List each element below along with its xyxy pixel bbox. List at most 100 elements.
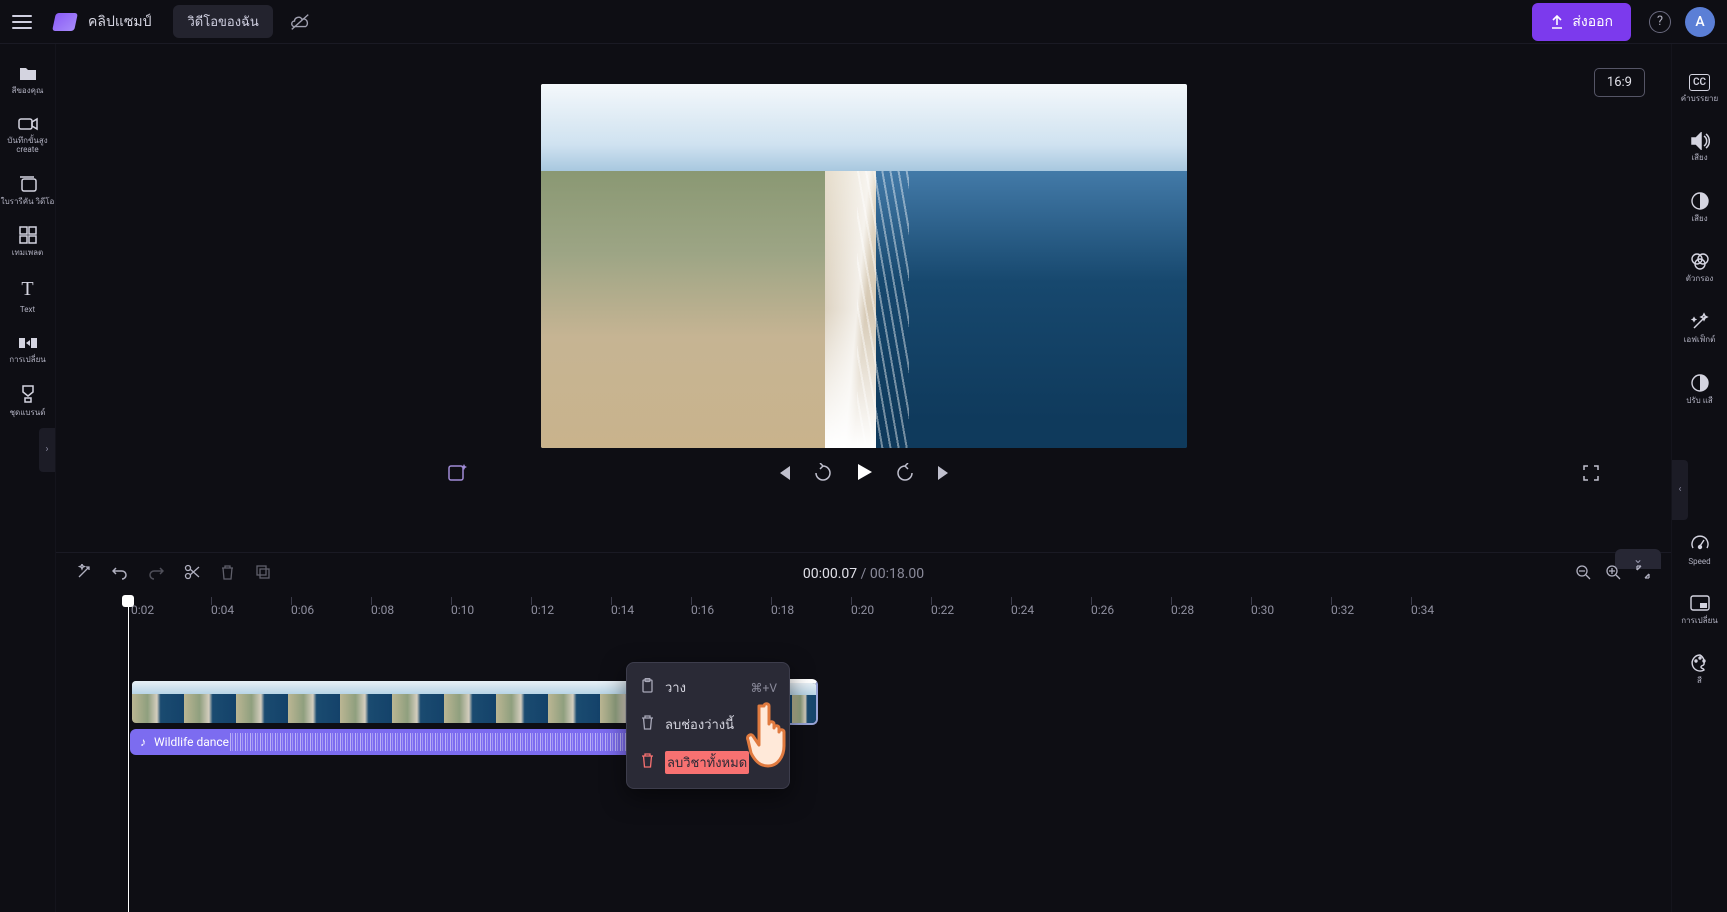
right-panel-toggle[interactable]: ‹ <box>1672 460 1688 520</box>
ctx-delete-empty-label: ลบช่องว่างนี้ <box>665 714 734 735</box>
help-icon[interactable]: ? <box>1649 11 1671 33</box>
ctx-delete-all-label: ลบวิชาทั้งหมด <box>665 751 749 774</box>
sidebar-item-your-media[interactable]: สีของคุณ <box>0 56 55 106</box>
rsb-item-captions[interactable]: CC คำบรรยาย <box>1672 56 1727 118</box>
play-button[interactable] <box>853 461 875 489</box>
camera-icon <box>18 116 38 132</box>
rsb-item-color[interactable]: สี <box>1672 639 1727 700</box>
paste-icon <box>639 678 655 697</box>
split-button[interactable] <box>184 564 200 584</box>
auto-tool-icon[interactable] <box>76 564 92 584</box>
zoom-in-button[interactable] <box>1605 564 1621 584</box>
ruler-tick: 0:18 <box>771 603 851 617</box>
magic-wand-icon <box>1690 312 1710 332</box>
text-icon: T <box>0 278 55 301</box>
undo-button[interactable] <box>112 564 128 584</box>
sidebar-item-content-library[interactable]: ใบรารีคัน วิดีโอ <box>0 165 55 217</box>
ruler-tick: 0:16 <box>691 603 771 617</box>
zoom-fit-button[interactable] <box>1635 564 1651 584</box>
audio-clip[interactable]: ♪ Wildlife dance <box>130 729 678 755</box>
ruler-tick: 0:22 <box>931 603 1011 617</box>
ruler-tick: 0:10 <box>451 603 531 617</box>
redo-button[interactable] <box>148 564 164 584</box>
current-time: 00:00.07 <box>803 566 857 582</box>
skip-forward-button[interactable] <box>935 463 955 487</box>
speedometer-icon <box>1690 534 1710 554</box>
timeline-toolbar: 00:00.07 / 00:18.00 <box>56 553 1671 595</box>
cc-icon: CC <box>1689 74 1710 91</box>
ruler-tick: 0:26 <box>1091 603 1171 617</box>
export-label: ส่งออก <box>1572 11 1613 33</box>
ruler-tick: 0:14 <box>611 603 691 617</box>
audio-clip-label: Wildlife dance <box>154 735 229 749</box>
rsb-item-transition[interactable]: การเปลี่ยน <box>1672 581 1727 640</box>
ruler-tick: 0:20 <box>851 603 931 617</box>
ctx-paste[interactable]: วาง ⌘+V <box>627 669 789 706</box>
rewind-10-button[interactable] <box>813 463 833 487</box>
music-note-icon: ♪ <box>140 735 146 749</box>
contrast-icon <box>1690 373 1710 393</box>
skip-back-button[interactable] <box>773 463 793 487</box>
folder-icon <box>18 66 38 82</box>
sidebar-item-transitions[interactable]: การเปลี่ยน <box>0 325 55 375</box>
timeline-timestamp: 00:00.07 / 00:18.00 <box>803 566 924 582</box>
video-clip-1[interactable] <box>130 679 678 725</box>
fullscreen-button[interactable] <box>1581 463 1601 487</box>
rsb-item-audio[interactable]: เสียง <box>1672 118 1727 177</box>
trash-icon <box>639 753 655 772</box>
hamburger-menu-icon[interactable] <box>12 10 36 34</box>
sidebar-item-brand-kit[interactable]: ชุดแบรนด์ <box>0 374 55 428</box>
duration-time: 00:18.00 <box>870 566 924 582</box>
transition-icon <box>18 335 38 351</box>
ruler-tick: 0:12 <box>531 603 611 617</box>
brand-kit-icon <box>19 384 37 404</box>
sidebar-item-text[interactable]: T Text <box>0 268 55 325</box>
rsb-item-adjust-colors[interactable]: ปรับ แสี <box>1672 359 1727 420</box>
ruler-tick: 0:08 <box>371 603 451 617</box>
delete-button[interactable] <box>220 564 235 584</box>
ctx-delete-empty[interactable]: ลบช่องว่างนี้ <box>627 706 789 743</box>
sidebar-item-record[interactable]: บันทึกขั้นสูง create <box>0 106 55 165</box>
ctx-delete-all[interactable]: ลบวิชาทั้งหมด <box>627 743 789 782</box>
aspect-ratio-button[interactable]: 16:9 <box>1594 68 1645 97</box>
left-panel-toggle[interactable]: › <box>39 428 55 472</box>
video-preview[interactable] <box>541 84 1187 448</box>
right-sidebar: CC คำบรรยาย เสียง เสียง ตัวกรอง เอฟเฟ็กต… <box>1671 44 1727 912</box>
timeline-tracks[interactable]: ♪ Wildlife dance <box>56 625 1671 755</box>
rsb-item-speed[interactable]: Speed <box>1672 520 1727 581</box>
upload-icon <box>1550 15 1564 29</box>
export-button[interactable]: ส่งออก <box>1532 3 1631 41</box>
app-logo <box>52 13 78 31</box>
duplicate-button[interactable] <box>255 564 271 584</box>
center-panel: 16:9 <box>56 44 1671 912</box>
templates-icon <box>19 226 37 244</box>
preview-zone: 16:9 <box>56 44 1671 552</box>
rsb-item-fade[interactable]: เสียง <box>1672 177 1727 238</box>
rsb-item-effects[interactable]: เอฟเฟ็กต์ <box>1672 298 1727 359</box>
ruler-tick: 0:28 <box>1171 603 1251 617</box>
cloud-sync-off-icon[interactable] <box>289 13 311 31</box>
rsb-item-filters[interactable]: ตัวกรอง <box>1672 237 1727 298</box>
ruler-tick: 0:04 <box>211 603 291 617</box>
left-sidebar: สีของคุณ บันทึกขั้นสูง create ใบรารีคัน … <box>0 44 56 912</box>
forward-10-button[interactable] <box>895 463 915 487</box>
speaker-icon <box>1690 132 1710 150</box>
ruler-tick: 0:30 <box>1251 603 1331 617</box>
playhead-start[interactable] <box>128 595 129 912</box>
top-bar: คลิปแซมป์ วิดีโอของฉัน ส่งออก ? A <box>0 0 1727 44</box>
project-title[interactable]: คลิปแซมป์ <box>88 11 151 33</box>
timeline-ruler[interactable]: 0:020:040:060:080:100:120:140:160:180:20… <box>56 595 1671 625</box>
ruler-tick: 0:34 <box>1411 603 1491 617</box>
ruler-tick: 0:02 <box>131 603 211 617</box>
ctx-paste-shortcut: ⌘+V <box>751 681 777 695</box>
trash-icon <box>639 715 655 734</box>
zoom-out-button[interactable] <box>1575 564 1591 584</box>
waveform-icon <box>230 733 672 751</box>
ctx-paste-label: วาง <box>665 677 686 698</box>
ruler-tick: 0:24 <box>1011 603 1091 617</box>
tab-my-videos[interactable]: วิดีโอของฉัน <box>173 5 272 38</box>
sidebar-item-templates[interactable]: เทมเพลต <box>0 216 55 268</box>
auto-compose-icon[interactable] <box>446 463 468 488</box>
palette-icon <box>1690 653 1710 673</box>
user-avatar[interactable]: A <box>1685 7 1715 37</box>
